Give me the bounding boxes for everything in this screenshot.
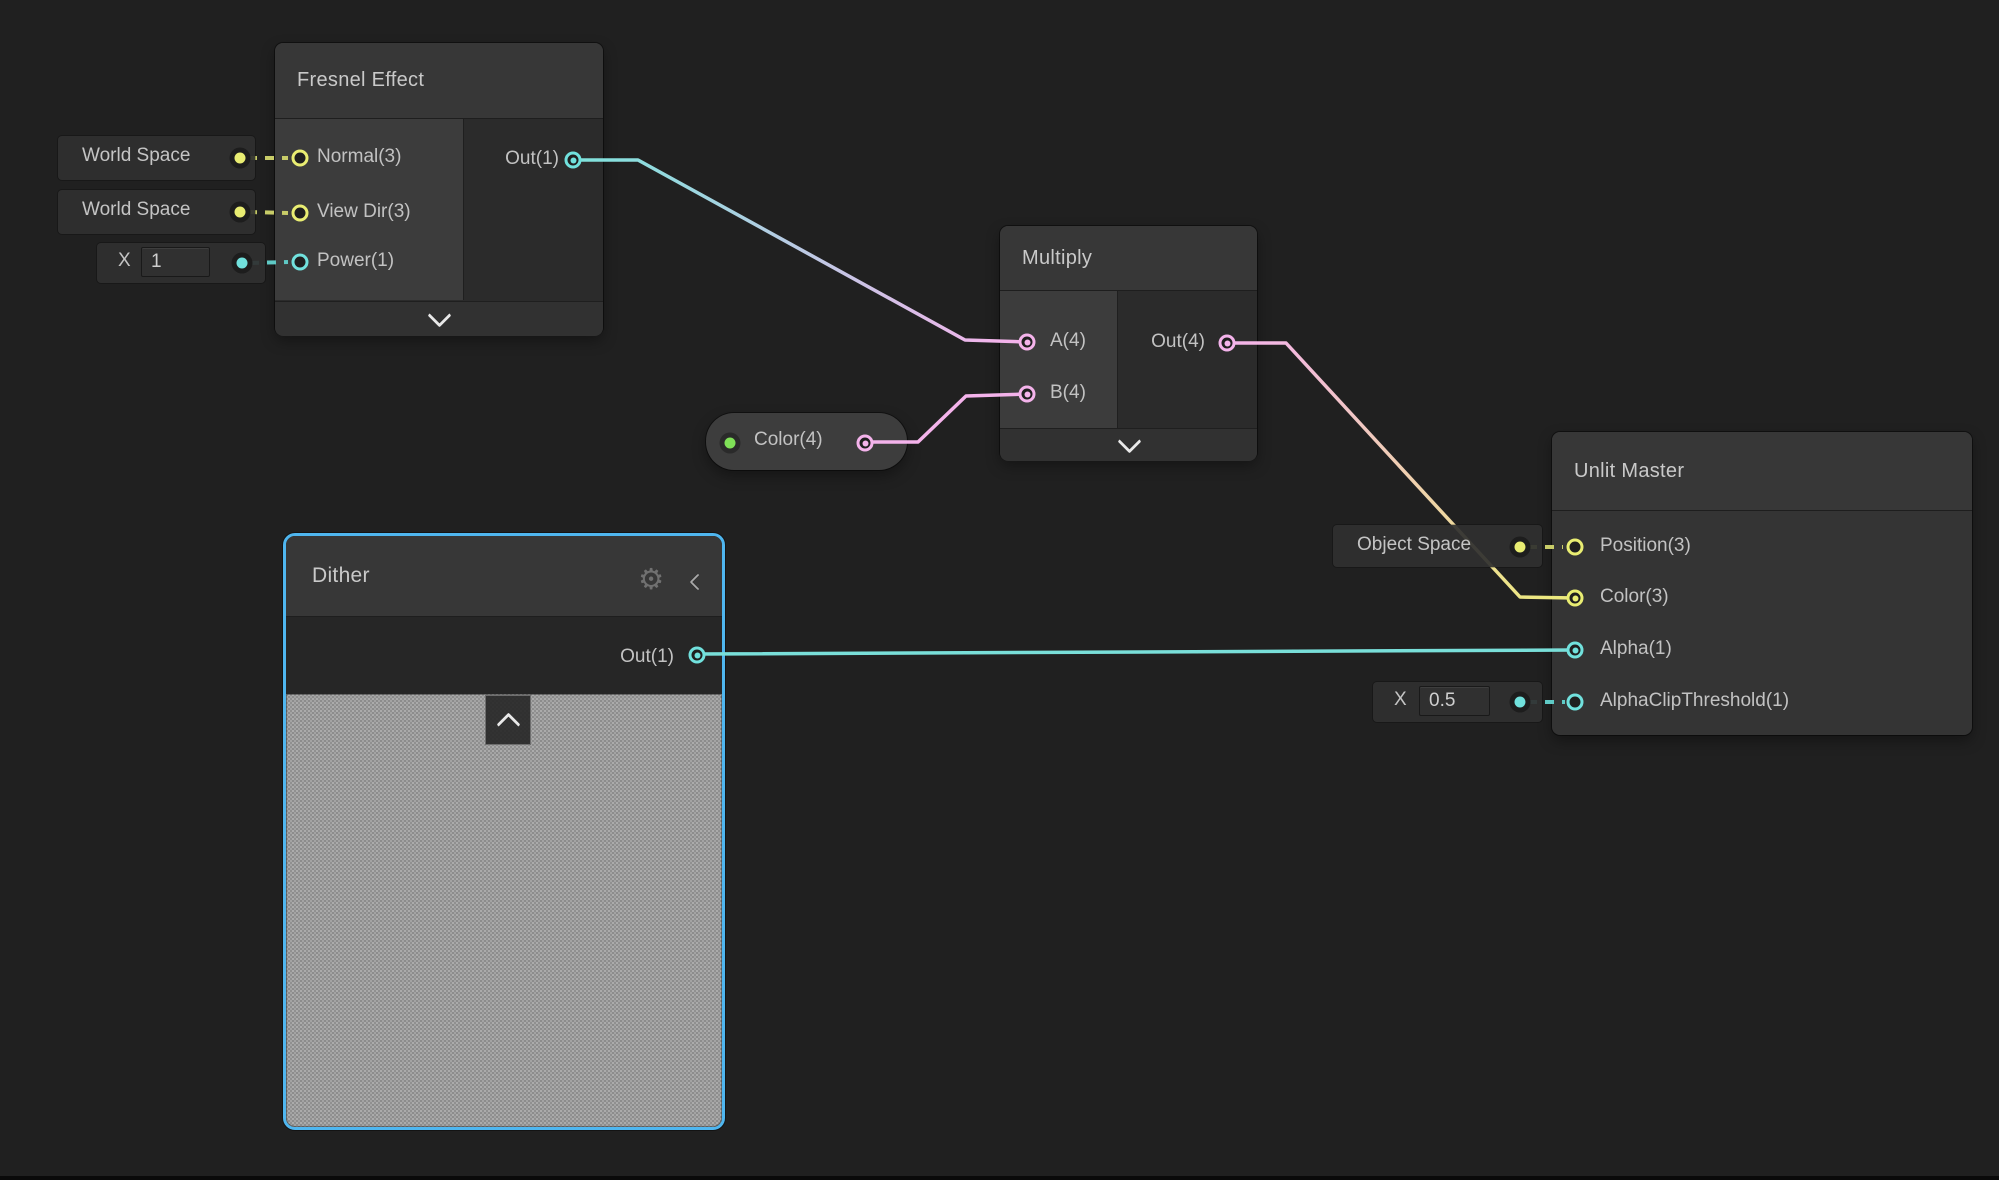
port-fresnel-power[interactable] xyxy=(292,254,309,271)
dropdown-view-dir-space[interactable]: World Space xyxy=(58,190,255,234)
edge-fresnel-to-multiply-a[interactable] xyxy=(573,160,1027,342)
port-dither-out[interactable] xyxy=(689,647,706,664)
chevron-down-icon[interactable] xyxy=(1117,429,1141,453)
port-fresnel-normal[interactable] xyxy=(292,150,309,167)
port-label-normal: Normal(3) xyxy=(317,146,401,168)
dropdown-position-space-value: Object Space xyxy=(1357,534,1471,556)
port-label-power: Power(1) xyxy=(317,250,394,272)
port-unlit-alpha[interactable] xyxy=(1567,642,1584,659)
dropdown-normal-space-value: World Space xyxy=(82,145,190,167)
canvas-bottom-edge xyxy=(0,1176,1999,1180)
port-label-fresnel-out: Out(1) xyxy=(505,148,559,170)
alpha-clip-x-label: X xyxy=(1394,689,1407,711)
node-fresnel-title: Fresnel Effect xyxy=(275,69,424,92)
port-multiply-out[interactable] xyxy=(1219,335,1236,352)
power-value-widget: X xyxy=(97,243,265,283)
port-label-b: B(4) xyxy=(1050,382,1086,404)
port-label-alpha: Alpha(1) xyxy=(1600,638,1672,660)
shader-graph-canvas[interactable]: Fresnel Effect Normal(3) View Dir(3) Pow… xyxy=(0,0,1999,1180)
property-dot-icon xyxy=(720,433,741,454)
port-label-multiply-out: Out(4) xyxy=(1151,331,1205,353)
alpha-clip-value-input[interactable] xyxy=(1419,686,1490,716)
port-fresnel-view-dir[interactable] xyxy=(292,205,309,222)
multiply-input-panel xyxy=(1000,291,1118,428)
node-unlit-master[interactable]: Unlit Master Position(3) Color(3) Alpha(… xyxy=(1552,432,1972,735)
space-dot-icon xyxy=(1510,537,1531,558)
node-fresnel-header[interactable]: Fresnel Effect xyxy=(275,43,603,119)
node-fresnel-effect[interactable]: Fresnel Effect Normal(3) View Dir(3) Pow… xyxy=(275,43,603,335)
chevron-down-icon[interactable] xyxy=(427,303,451,327)
node-unlit-title: Unlit Master xyxy=(1552,460,1684,483)
edge-dither-to-unlit-alpha[interactable] xyxy=(697,650,1575,654)
property-color-label: Color(4) xyxy=(754,429,823,451)
port-label-a: A(4) xyxy=(1050,330,1086,352)
port-unlit-position[interactable] xyxy=(1567,539,1584,556)
port-fresnel-out[interactable] xyxy=(565,152,582,169)
dropdown-position-space[interactable]: Object Space xyxy=(1333,525,1542,567)
fresnel-expand-bar[interactable] xyxy=(275,301,603,336)
dropdown-view-dir-space-value: World Space xyxy=(82,199,190,221)
node-multiply-header[interactable]: Multiply xyxy=(1000,226,1257,291)
port-multiply-b[interactable] xyxy=(1019,386,1036,403)
port-unlit-color[interactable] xyxy=(1567,590,1584,607)
node-unlit-header[interactable]: Unlit Master xyxy=(1552,432,1972,511)
chevron-up-icon xyxy=(496,712,520,736)
port-label-dither-out: Out(1) xyxy=(620,646,674,668)
port-label-view-dir: View Dir(3) xyxy=(317,201,411,223)
port-color-property-out[interactable] xyxy=(857,435,874,452)
power-value-input[interactable] xyxy=(141,247,210,277)
gear-icon[interactable]: ⚙ xyxy=(638,565,664,594)
port-label-alpha-clip: AlphaClipThreshold(1) xyxy=(1600,690,1789,712)
port-label-position: Position(3) xyxy=(1600,535,1691,557)
space-dot-icon xyxy=(230,202,251,223)
node-multiply-title: Multiply xyxy=(1000,247,1092,270)
dither-preview-image xyxy=(286,694,722,1127)
power-x-label: X xyxy=(118,250,131,272)
port-multiply-a[interactable] xyxy=(1019,334,1036,351)
preview-collapse-button[interactable] xyxy=(485,695,531,745)
alpha-clip-value-widget: X xyxy=(1373,682,1542,722)
value-dot-icon xyxy=(1510,692,1531,713)
node-dither-title: Dither xyxy=(286,564,370,588)
node-dither[interactable]: Dither ⚙ Out(1) xyxy=(283,533,725,1130)
multiply-expand-bar[interactable] xyxy=(1000,428,1257,461)
dropdown-normal-space[interactable]: World Space xyxy=(58,136,255,180)
value-dot-icon xyxy=(232,253,253,274)
port-label-color: Color(3) xyxy=(1600,586,1669,608)
space-dot-icon xyxy=(230,148,251,169)
port-unlit-alpha-clip[interactable] xyxy=(1567,694,1584,711)
